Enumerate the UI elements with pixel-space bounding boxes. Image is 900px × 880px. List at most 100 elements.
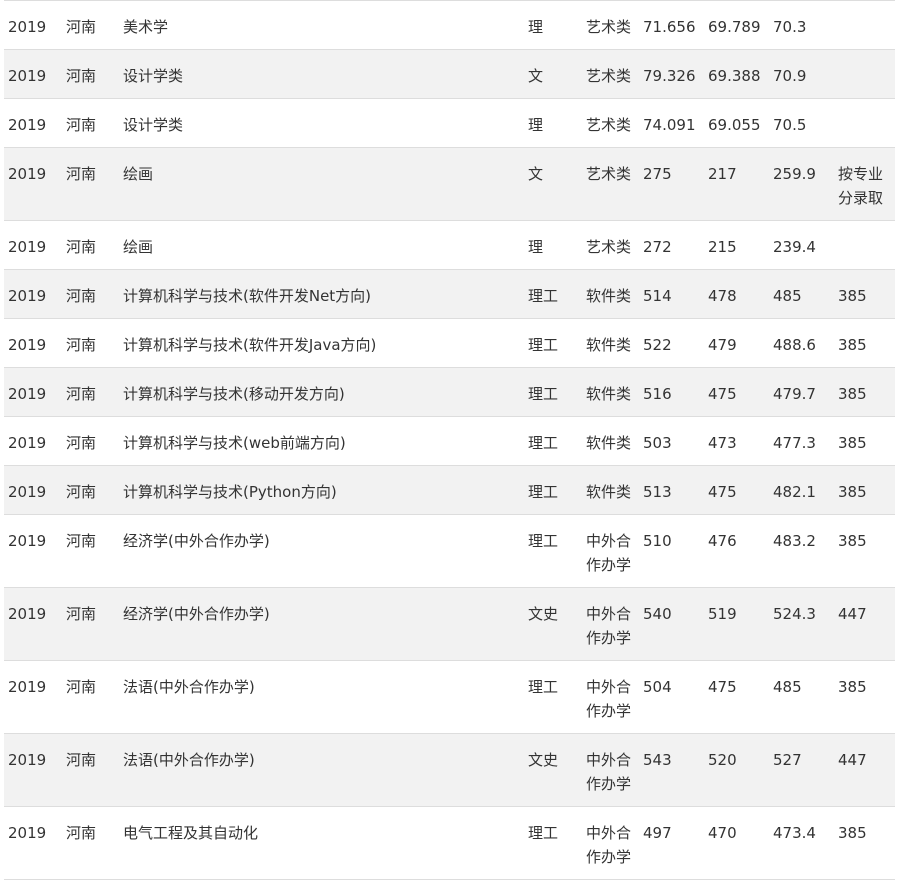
batch-cell: 中外合作办学 (582, 806, 639, 880)
year-cell: 2019 (4, 147, 62, 221)
year-cell: 2019 (4, 514, 62, 588)
year-cell: 2019 (4, 269, 62, 319)
province-cell: 河南 (62, 49, 119, 99)
max-score-cell: 272 (639, 220, 704, 270)
subject-cell: 文 (524, 49, 582, 99)
max-score-cell: 74.091 (639, 98, 704, 148)
year-cell: 2019 (4, 416, 62, 466)
control-line-cell: 385 (834, 318, 895, 368)
batch-cell: 中外合作办学 (582, 660, 639, 734)
control-line-cell (834, 220, 895, 270)
province-cell: 河南 (62, 806, 119, 880)
min-score-cell: 476 (704, 514, 769, 588)
min-score-cell: 215 (704, 220, 769, 270)
major-cell: 绘画 (119, 220, 524, 270)
table-row: 2019 河南 经济学(中外合作办学) 文史 中外合作办学 540 519 524.3 447 (4, 587, 895, 661)
major-cell: 计算机科学与技术(软件开发Net方向) (119, 269, 524, 319)
avg-score-cell: 473.4 (769, 806, 834, 880)
province-cell: 河南 (62, 318, 119, 368)
avg-score-cell: 483.2 (769, 514, 834, 588)
batch-cell: 软件类 (582, 318, 639, 368)
avg-score-cell: 259.9 (769, 147, 834, 221)
min-score-cell: 475 (704, 660, 769, 734)
major-cell: 计算机科学与技术(web前端方向) (119, 416, 524, 466)
avg-score-cell: 527 (769, 733, 834, 807)
province-cell: 河南 (62, 733, 119, 807)
subject-cell: 理 (524, 0, 582, 50)
control-line-cell (834, 0, 895, 50)
control-line-cell: 385 (834, 514, 895, 588)
avg-score-cell: 524.3 (769, 587, 834, 661)
major-cell: 经济学(中外合作办学) (119, 587, 524, 661)
major-cell: 设计学类 (119, 49, 524, 99)
table-row: 2019 河南 美术学理艺术类 71.656 69.789 70.3 (4, 0, 895, 50)
subject-cell: 文史 (524, 733, 582, 807)
batch-cell: 软件类 (582, 269, 639, 319)
subject-cell: 理工 (524, 660, 582, 734)
table-row: 2019 河南 计算机科学与技术(软件开发Java方向) 理工 软件类 522 479 488… (4, 318, 895, 368)
control-line-cell: 447 (834, 733, 895, 807)
control-line-cell (834, 98, 895, 148)
max-score-cell: 503 (639, 416, 704, 466)
year-cell: 2019 (4, 49, 62, 99)
province-cell: 河南 (62, 367, 119, 417)
batch-cell: 软件类 (582, 367, 639, 417)
table-row: 2019 河南 绘画理艺术类 272 215 239.4 (4, 220, 895, 270)
major-cell: 设计学类 (119, 98, 524, 148)
max-score-cell: 275 (639, 147, 704, 221)
major-cell: 美术学 (119, 0, 524, 50)
max-score-cell: 540 (639, 587, 704, 661)
major-cell: 电气工程及其自动化 (119, 806, 524, 880)
max-score-cell: 497 (639, 806, 704, 880)
province-cell: 河南 (62, 660, 119, 734)
year-cell: 2019 (4, 465, 62, 515)
avg-score-cell: 70.5 (769, 98, 834, 148)
province-cell: 河南 (62, 98, 119, 148)
province-cell: 河南 (62, 0, 119, 50)
year-cell: 2019 (4, 806, 62, 880)
table-row: 2019 河南 设计学类文艺术类 79.326 69.388 70.9 (4, 49, 895, 99)
control-line-cell (834, 49, 895, 99)
min-score-cell: 479 (704, 318, 769, 368)
avg-score-cell: 479.7 (769, 367, 834, 417)
province-cell: 河南 (62, 269, 119, 319)
subject-cell: 理工 (524, 465, 582, 515)
batch-cell: 中外合作办学 (582, 514, 639, 588)
table-row: 2019 河南 法语(中外合作办学) 理工 中外合作办学 504 475 485 385 (4, 660, 895, 734)
major-cell: 法语(中外合作办学) (119, 733, 524, 807)
year-cell: 2019 (4, 660, 62, 734)
province-cell: 河南 (62, 416, 119, 466)
avg-score-cell: 239.4 (769, 220, 834, 270)
year-cell: 2019 (4, 367, 62, 417)
table-row: 2019 河南 经济学(中外合作办学) 理工 中外合作办学 510 476 483.2 385 (4, 514, 895, 588)
year-cell: 2019 (4, 587, 62, 661)
min-score-cell: 69.388 (704, 49, 769, 99)
major-cell: 法语(中外合作办学) (119, 660, 524, 734)
avg-score-cell: 485 (769, 660, 834, 734)
subject-cell: 理工 (524, 318, 582, 368)
max-score-cell: 79.326 (639, 49, 704, 99)
province-cell: 河南 (62, 220, 119, 270)
control-line-cell: 385 (834, 465, 895, 515)
avg-score-cell: 70.9 (769, 49, 834, 99)
subject-cell: 理工 (524, 806, 582, 880)
year-cell: 2019 (4, 318, 62, 368)
max-score-cell: 522 (639, 318, 704, 368)
max-score-cell: 71.656 (639, 0, 704, 50)
major-cell: 计算机科学与技术(Python方向) (119, 465, 524, 515)
province-cell: 河南 (62, 587, 119, 661)
min-score-cell: 69.055 (704, 98, 769, 148)
max-score-cell: 510 (639, 514, 704, 588)
year-cell: 2019 (4, 0, 62, 50)
table-row: 2019 河南 法语(中外合作办学) 文史 中外合作办学 543 520 527 447 (4, 733, 895, 807)
subject-cell: 理工 (524, 367, 582, 417)
min-score-cell: 475 (704, 367, 769, 417)
batch-cell: 艺术类 (582, 98, 639, 148)
batch-cell: 软件类 (582, 416, 639, 466)
control-line-cell: 447 (834, 587, 895, 661)
year-cell: 2019 (4, 733, 62, 807)
max-score-cell: 516 (639, 367, 704, 417)
avg-score-cell: 488.6 (769, 318, 834, 368)
table-body: 2019 河南 美术学理艺术类 71.656 69.789 70.3 2019 河南 设计学类文… (4, 0, 895, 880)
control-line-cell: 385 (834, 416, 895, 466)
